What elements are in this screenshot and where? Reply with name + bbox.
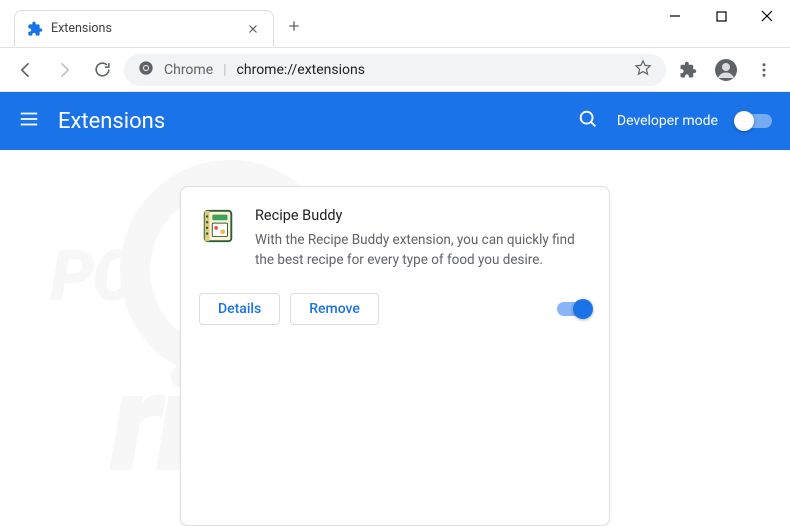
svg-text:PC: PC	[50, 236, 138, 318]
window-titlebar: Extensions	[0, 0, 790, 48]
omnibox-chip: Chrome	[164, 62, 213, 78]
chrome-logo-icon	[138, 60, 154, 80]
browser-tab[interactable]: Extensions	[14, 10, 274, 46]
maximize-button[interactable]	[698, 0, 744, 32]
profile-avatar-icon[interactable]	[710, 54, 742, 86]
content-area: PC risk.com Recipe Buddy With the Recipe…	[0, 150, 790, 526]
page-header: Extensions Developer mode	[0, 92, 790, 150]
bookmark-star-icon[interactable]	[634, 59, 652, 81]
kebab-menu-icon[interactable]	[748, 54, 780, 86]
tab-title: Extensions	[51, 21, 237, 36]
address-bar[interactable]: Chrome | chrome://extensions	[124, 54, 666, 86]
extension-name: Recipe Buddy	[255, 207, 591, 224]
minimize-button[interactable]	[652, 0, 698, 32]
extension-card-body: Recipe Buddy With the Recipe Buddy exten…	[199, 207, 591, 271]
new-tab-button[interactable]	[280, 12, 308, 40]
omnibox-separator: |	[223, 62, 226, 78]
extension-logo-icon	[199, 207, 237, 245]
remove-button[interactable]: Remove	[290, 293, 379, 325]
window-controls	[652, 0, 790, 40]
forward-button[interactable]	[48, 54, 80, 86]
omnibox-url: chrome://extensions	[237, 62, 365, 78]
details-button[interactable]: Details	[199, 293, 280, 325]
search-icon[interactable]	[577, 108, 599, 134]
extension-card-actions: Details Remove	[199, 293, 591, 325]
tab-close-icon[interactable]	[245, 21, 261, 37]
extension-info: Recipe Buddy With the Recipe Buddy exten…	[255, 207, 591, 271]
developer-mode-toggle[interactable]	[736, 114, 772, 128]
hamburger-menu-icon[interactable]	[18, 108, 40, 134]
puzzle-icon	[27, 21, 43, 37]
extensions-puzzle-icon[interactable]	[672, 54, 704, 86]
header-actions: Developer mode	[577, 108, 772, 134]
back-button[interactable]	[10, 54, 42, 86]
page-title: Extensions	[58, 109, 165, 134]
extension-card: Recipe Buddy With the Recipe Buddy exten…	[180, 186, 610, 526]
extension-description: With the Recipe Buddy extension, you can…	[255, 230, 591, 271]
close-window-button[interactable]	[744, 0, 790, 32]
reload-button[interactable]	[86, 54, 118, 86]
extension-enable-toggle[interactable]	[557, 302, 591, 316]
developer-mode-label: Developer mode	[617, 113, 718, 129]
browser-toolbar: Chrome | chrome://extensions	[0, 48, 790, 92]
